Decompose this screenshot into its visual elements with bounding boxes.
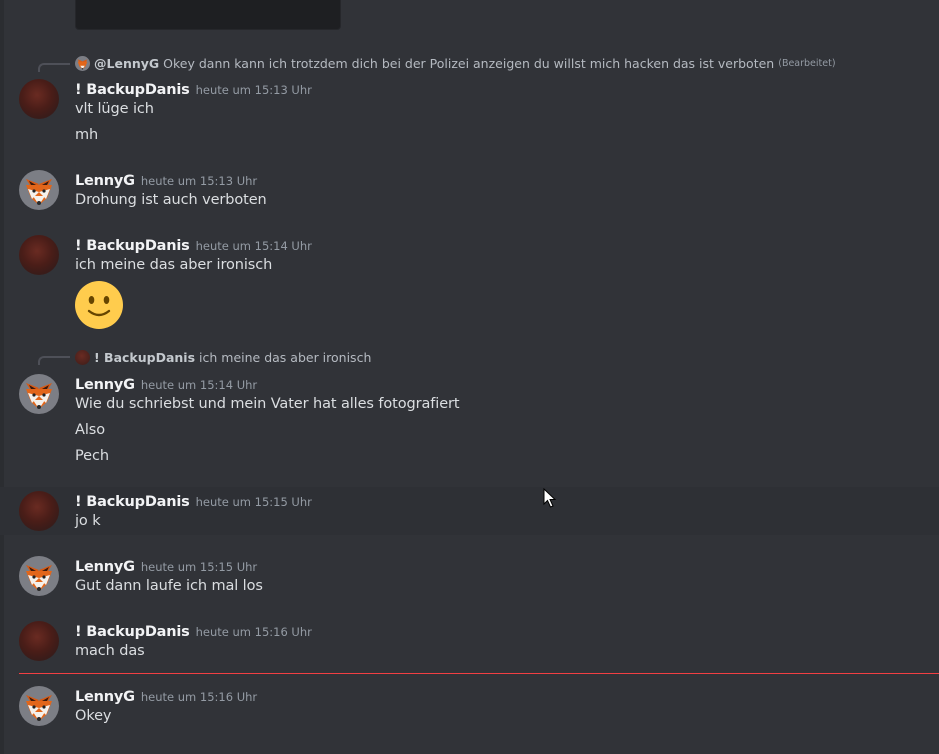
username[interactable]: LennyG <box>75 377 135 393</box>
username[interactable]: LennyG <box>75 173 135 189</box>
avatar[interactable] <box>19 621 59 661</box>
timestamp: heute um 15:13 Uhr <box>140 174 258 188</box>
message-text: Pech <box>75 448 109 464</box>
username[interactable]: ! BackupDanis <box>75 82 190 98</box>
message-text: Drohung ist auch verboten <box>75 192 267 208</box>
avatar[interactable] <box>19 170 59 210</box>
slightly-smiling-face-icon[interactable] <box>75 281 123 329</box>
message-group: LennyG heute um 15:16 Uhr Okey <box>0 675 939 735</box>
edited-tag: (Bearbeitet) <box>778 58 836 69</box>
reply-preview[interactable]: ! BackupDanis ich meine das aber ironisc… <box>75 350 371 365</box>
fox-icon <box>26 179 52 205</box>
avatar[interactable] <box>19 686 59 726</box>
username[interactable]: LennyG <box>75 559 135 575</box>
timestamp: heute um 15:13 Uhr <box>195 83 312 97</box>
timestamp: heute um 15:15 Uhr <box>195 495 312 509</box>
fox-icon <box>26 383 52 409</box>
message-text: Okey <box>75 708 112 724</box>
reply-spine <box>38 356 70 365</box>
message-group[interactable]: ! BackupDanis heute um 15:15 Uhr jo k <box>0 487 939 535</box>
timestamp: heute um 15:16 Uhr <box>140 690 258 704</box>
avatar[interactable] <box>19 79 59 119</box>
replied-username[interactable]: @LennyG <box>94 56 159 71</box>
replied-user-avatar <box>75 350 90 365</box>
avatar[interactable] <box>19 374 59 414</box>
message-text: Wie du schriebst und mein Vater hat alle… <box>75 396 460 412</box>
previous-embed <box>75 0 341 30</box>
fox-icon <box>26 565 52 591</box>
fox-icon <box>26 695 52 721</box>
avatar[interactable] <box>19 235 59 275</box>
username[interactable]: ! BackupDanis <box>75 624 190 640</box>
message-text: ich meine das aber ironisch <box>75 257 273 273</box>
new-messages-divider <box>19 673 939 674</box>
mouse-pointer-icon <box>543 488 557 508</box>
message-group: ! BackupDanis heute um 15:16 Uhr mach das <box>0 610 939 670</box>
reply-spine <box>38 63 70 72</box>
message-group: ! BackupDanis heute um 15:14 Uhr ich mein… <box>0 225 939 340</box>
username[interactable]: LennyG <box>75 689 135 705</box>
avatar[interactable] <box>19 491 59 531</box>
timestamp: heute um 15:15 Uhr <box>140 560 258 574</box>
message-text: Also <box>75 422 105 438</box>
message-group: @LennyG Okey dann kann ich trotzdem dich… <box>0 50 939 150</box>
message-text: mh <box>75 127 99 143</box>
message-group: LennyG heute um 15:13 Uhr Drohung ist auc… <box>0 160 939 220</box>
message-group: ! BackupDanis ich meine das aber ironisc… <box>0 345 939 475</box>
replied-user-avatar <box>75 56 90 71</box>
message-group: LennyG heute um 15:15 Uhr Gut dann laufe … <box>0 545 939 605</box>
timestamp: heute um 15:16 Uhr <box>195 625 312 639</box>
reply-preview[interactable]: @LennyG Okey dann kann ich trotzdem dich… <box>75 56 836 71</box>
avatar[interactable] <box>19 556 59 596</box>
replied-username[interactable]: ! BackupDanis <box>94 350 195 365</box>
replied-text: Okey dann kann ich trotzdem dich bei der… <box>163 56 775 71</box>
timestamp: heute um 15:14 Uhr <box>140 378 258 392</box>
message-text: Gut dann laufe ich mal los <box>75 578 263 594</box>
username[interactable]: ! BackupDanis <box>75 238 190 254</box>
timestamp: heute um 15:14 Uhr <box>195 239 312 253</box>
message-text: vlt lüge ich <box>75 101 154 117</box>
username[interactable]: ! BackupDanis <box>75 494 190 510</box>
replied-text: ich meine das aber ironisch <box>199 350 372 365</box>
message-text: jo k <box>75 513 101 529</box>
message-text: mach das <box>75 643 145 659</box>
